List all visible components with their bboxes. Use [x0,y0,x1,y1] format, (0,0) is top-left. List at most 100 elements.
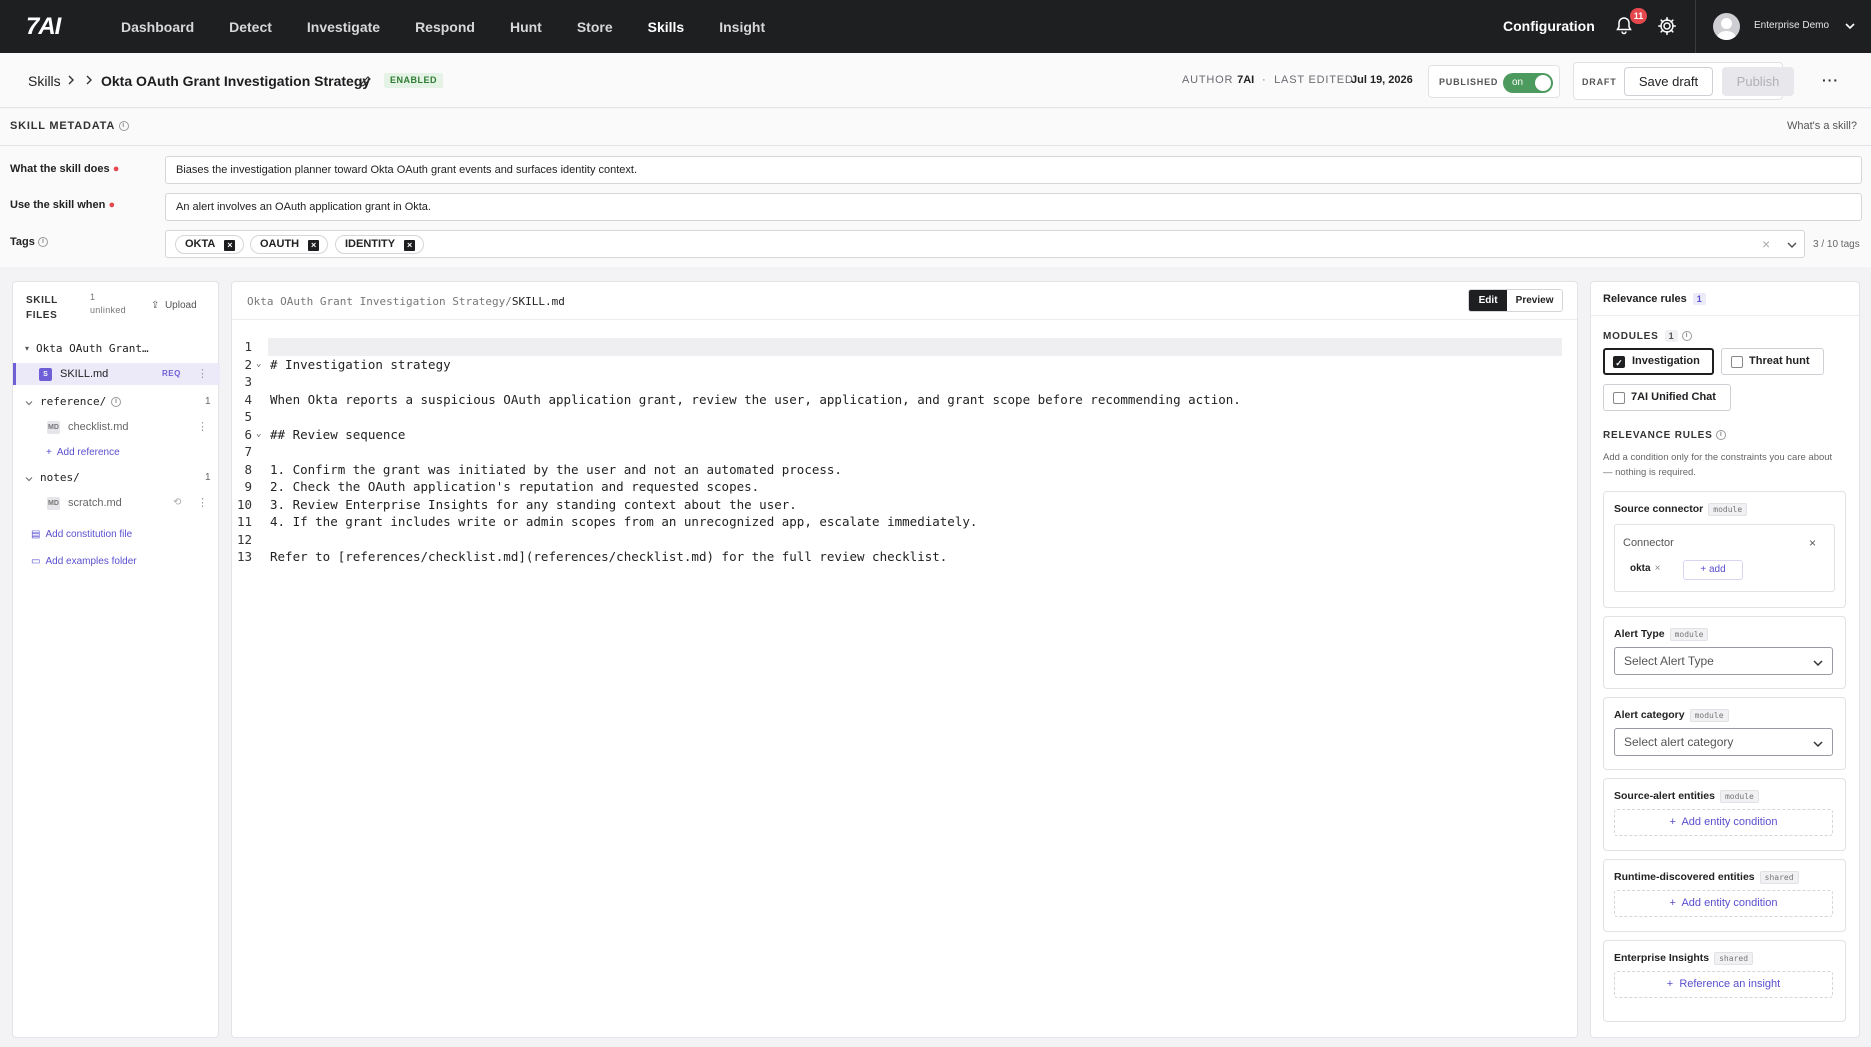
breadcrumb-skills[interactable]: Skills [28,73,61,89]
skill-files-title: SKILL FILES [26,293,58,323]
alert-type-select[interactable]: Select Alert Type [1614,647,1833,675]
reference-insight-button[interactable]: + Reference an insight [1614,971,1833,998]
rule-title: Enterprise Insights shared [1614,952,1754,965]
nav-item-dashboard[interactable]: Dashboard [121,19,194,35]
tag-chip: OAUTH × [250,235,329,254]
checkbox-icon [1731,356,1743,368]
nav-item-store[interactable]: Store [577,19,613,35]
add-constitution-label: Add constitution file [45,529,133,540]
when-field[interactable]: An alert involves an OAuth application g… [165,193,1862,221]
pencil-icon[interactable] [359,75,372,88]
code-line[interactable]: 7 [232,443,1562,461]
chevron-down-icon[interactable] [1844,20,1856,32]
brand-logo[interactable]: 7AI [26,13,61,41]
fold-icon[interactable]: ⌄ [256,356,261,374]
tree-file-skill[interactable]: S SKILL.md REQ ⋮ [13,363,220,385]
info-icon[interactable]: i [111,397,121,407]
user-avatar[interactable] [1713,13,1740,40]
tag-remove-icon[interactable]: × [224,240,236,251]
tree-folder-reference[interactable]: reference/ i 1 [13,391,220,413]
info-icon[interactable]: i [118,121,129,132]
nav-item-respond[interactable]: Respond [415,19,475,35]
add-entity-condition-button[interactable]: + Add entity condition [1614,809,1833,836]
code-line[interactable]: 2 ⌄ # Investigation strategy [232,356,1562,374]
code-line[interactable]: 4 When Okta reports a suspicious OAuth ap… [232,391,1562,409]
folder-plus-icon: ▭ [31,556,41,567]
scope-badge: shared [1714,952,1754,965]
tag-label: OKTA [185,238,216,250]
published-toggle[interactable]: on [1503,73,1553,93]
more-vertical-icon[interactable]: ⋮ [197,363,208,385]
whats-a-skill-link[interactable]: What's a skill? [1787,120,1857,132]
button-label: Reference an insight [1679,978,1781,990]
code-line[interactable]: 1 [232,338,1562,356]
upload-button[interactable]: ⇪ Upload [151,300,197,311]
code-line[interactable]: 11 4. If the grant includes write or admi… [232,513,1562,531]
add-entity-condition-button[interactable]: + Add entity condition [1614,890,1833,917]
info-icon[interactable]: i [1682,331,1693,342]
configuration-link[interactable]: Configuration [1503,18,1595,34]
more-options-icon[interactable]: ··· [1822,72,1839,88]
unlinked-label: unlinked [90,305,126,315]
tab-edit[interactable]: Edit [1469,290,1508,311]
alert-category-select[interactable]: Select alert category [1614,728,1833,756]
tree-file-scratch[interactable]: MD scratch.md ⟲ ⋮ [13,492,220,514]
module-threat-hunt[interactable]: Threat hunt [1721,348,1824,375]
chevron-down-icon [25,401,33,406]
add-examples-link[interactable]: ▭ Add examples folder [31,556,137,567]
add-connector-button[interactable]: + add [1683,560,1743,580]
published-control: PUBLISHED on [1428,65,1560,98]
info-icon[interactable]: i [37,237,48,248]
tag-remove-icon[interactable]: × [308,240,320,251]
info-icon[interactable]: i [1716,430,1727,441]
code-line[interactable]: 3 [232,373,1562,391]
chip-remove-icon[interactable]: × [1655,563,1661,574]
module-investigation[interactable]: ✓ Investigation [1603,348,1714,375]
fold-icon[interactable]: ⌄ [256,426,261,444]
tree-folder-notes[interactable]: notes/ 1 [13,467,220,489]
file-name: checklist.md [68,421,129,433]
checkbox-checked-icon: ✓ [1613,356,1625,368]
code-line[interactable]: 9 2. Check the OAuth application's reputa… [232,478,1562,496]
gear-icon[interactable] [1657,16,1677,36]
relevance-title-text: Relevance rules [1603,293,1687,305]
scope-badge: module [1669,628,1709,641]
tag-remove-icon[interactable]: × [404,240,416,251]
skill-files-panel: SKILL FILES 1 unlinked ⇪ Upload ▾ Okta OAu… [12,281,220,1038]
user-name[interactable]: Enterprise Demo [1754,20,1829,31]
folder-name: notes/ [40,471,80,484]
code-line[interactable]: 10 3. Review Enterprise Insights for any … [232,496,1562,514]
rules-heading: RELEVANCE RULES i [1603,430,1727,441]
nav-item-investigate[interactable]: Investigate [307,19,380,35]
nav-item-hunt[interactable]: Hunt [510,19,542,35]
add-reference-link[interactable]: + Add reference [46,447,120,458]
tree-root-folder[interactable]: ▾ Okta OAuth Grant… [13,338,220,360]
line-number: 4 [244,391,252,407]
code-line[interactable]: 8 1. Confirm the grant was initiated by t… [232,461,1562,479]
more-vertical-icon[interactable]: ⋮ [197,416,208,438]
line-number: 1 [244,339,252,354]
nav-item-insight[interactable]: Insight [719,19,765,35]
clear-tags-icon[interactable]: × [1762,236,1770,252]
what-field[interactable]: Biases the investigation planner toward … [165,156,1862,184]
more-vertical-icon[interactable]: ⋮ [197,492,208,514]
tree-file-checklist[interactable]: MD checklist.md ⋮ [13,416,220,438]
publish-button[interactable]: Publish [1722,67,1794,96]
chevron-down-icon[interactable] [1786,239,1798,251]
code-line[interactable]: 12 [232,531,1562,549]
nav-item-skills[interactable]: Skills [648,19,685,35]
tag-chip: IDENTITY × [335,235,425,254]
code-line[interactable]: 5 [232,408,1562,426]
close-icon[interactable]: × [1809,536,1816,550]
tags-input[interactable]: OKTA × OAUTH × IDENTITY × × [165,230,1805,258]
nav-item-detect[interactable]: Detect [229,19,272,35]
code-line[interactable]: 6 ⌄ ## Review sequence [232,426,1562,444]
tab-preview[interactable]: Preview [1507,290,1562,311]
module-unified-chat[interactable]: 7AI Unified Chat [1603,384,1731,411]
path-file: SKILL.md [511,295,565,308]
save-draft-button[interactable]: Save draft [1624,67,1713,96]
add-constitution-link[interactable]: ▤ Add constitution file [31,529,132,540]
select-placeholder: Select alert category [1624,735,1734,749]
rule-runtime-entities: Runtime-discovered entities shared + Add … [1603,859,1846,932]
code-line[interactable]: 13 Refer to [references/checklist.md](ref… [232,548,1562,566]
